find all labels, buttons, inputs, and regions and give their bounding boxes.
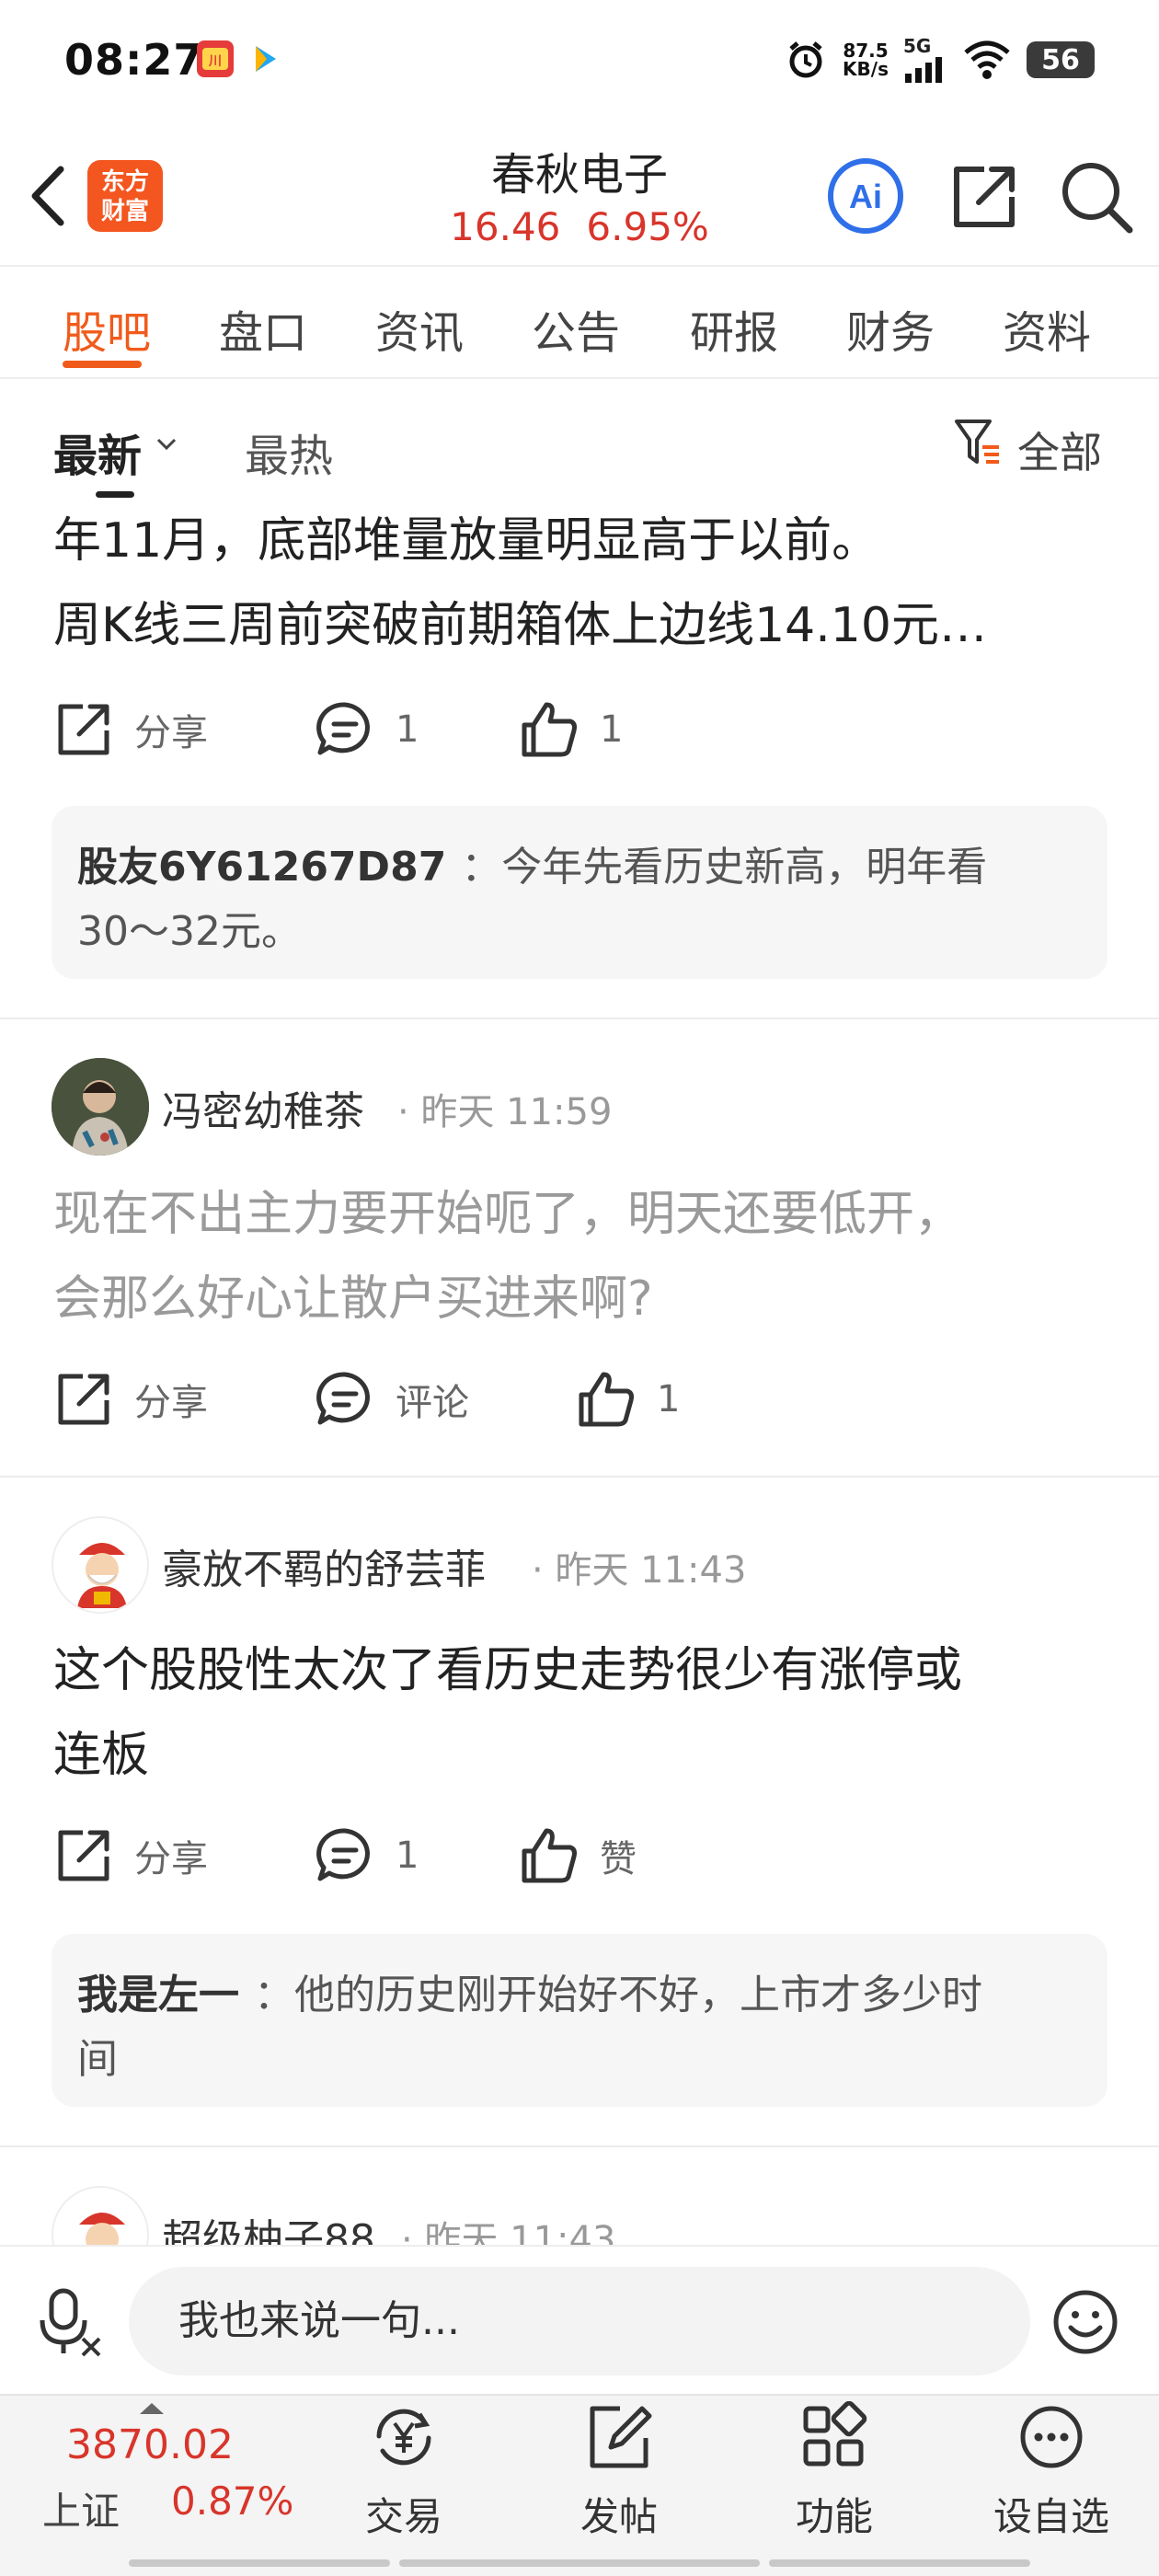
post-body[interactable]: 这个股股性太次了看历史走势很少有涨停或 连板 <box>53 1628 1111 1798</box>
status-time: 08:27 <box>64 35 204 85</box>
more-dots-icon <box>1020 2406 1083 2468</box>
eastmoney-logo[interactable]: 东方 财富 <box>87 160 163 232</box>
comment-action[interactable]: 评论 <box>315 1369 469 1430</box>
post-divider <box>0 2145 1159 2147</box>
post-divider <box>0 1476 1159 1478</box>
tab-pankou[interactable]: 盘口 <box>219 296 307 361</box>
share-icon <box>58 1830 109 1881</box>
status-indicators: 87.5 KB/s 5G 56 <box>784 37 1095 83</box>
tab-guba[interactable]: 股吧 <box>63 296 151 361</box>
trade-yuan-icon <box>376 2409 431 2466</box>
stock-price: 16.46 <box>450 204 561 249</box>
like-action[interactable]: 1 <box>519 699 623 760</box>
avatar[interactable] <box>52 1058 149 1156</box>
emoji-icon[interactable] <box>1050 2287 1120 2357</box>
video-app-icon <box>247 40 283 77</box>
battery-indicator: 56 <box>1027 41 1095 78</box>
signal-icon <box>905 57 942 83</box>
stock-quote: 16.46 6.95% <box>396 204 763 249</box>
voice-input-icon[interactable] <box>39 2287 103 2357</box>
ai-label: Ai <box>849 178 882 215</box>
tab-research[interactable]: 研报 <box>690 296 778 361</box>
network-type: 5G <box>903 35 932 57</box>
alarm-icon <box>789 41 822 78</box>
sort-hottest[interactable]: 最热 <box>245 420 333 484</box>
stock-name: 春秋电子 <box>490 149 668 201</box>
filter-label[interactable]: 全部 <box>1017 420 1102 480</box>
index-value[interactable]: 3870.02 <box>66 2421 234 2468</box>
tab-announcements[interactable]: 公告 <box>532 296 620 361</box>
reply-preview[interactable]: 我是左一 ：他的历史刚开始好不好，上市才多少时 间 <box>52 1934 1107 2107</box>
share-action[interactable]: 分享 <box>53 1825 208 1886</box>
nav-post[interactable]: 发帖 <box>541 2401 697 2542</box>
comment-action[interactable]: 1 <box>315 699 419 760</box>
chevron-down-icon[interactable] <box>153 431 180 458</box>
post-body[interactable]: 现在不出主力要开始呃了，明天还要低开， 会那么好心让散户买进来啊? <box>53 1172 1111 1341</box>
post-time: · 昨天 11:43 <box>532 1549 747 1592</box>
expand-caret-icon[interactable] <box>138 2401 166 2416</box>
sort-active-indicator <box>96 491 134 498</box>
grid-apps-icon <box>803 2401 867 2467</box>
nav-trade[interactable]: 交易 <box>326 2401 482 2542</box>
thumbs-up-icon <box>522 702 577 757</box>
reply-author[interactable]: 我是左一 <box>77 1972 239 2018</box>
author-name[interactable]: 豪放不羁的舒芸菲 <box>162 1536 486 1595</box>
reply-preview[interactable]: 股友6Y61267D87 ：今年先看历史新高，明年看 30～32元。 <box>52 806 1107 979</box>
like-action[interactable]: 1 <box>576 1369 680 1430</box>
gesture-bar <box>769 2559 1030 2567</box>
index-name[interactable]: 上证 <box>42 2480 120 2536</box>
avatar[interactable] <box>52 1516 149 1614</box>
like-action[interactable]: 赞 <box>519 1825 637 1886</box>
index-change-pct[interactable]: 0.87% <box>171 2478 293 2524</box>
tab-finance[interactable]: 财务 <box>846 296 935 361</box>
stock-change-pct: 6.95% <box>586 204 709 249</box>
share-action[interactable]: 分享 <box>53 699 208 760</box>
nav-functions[interactable]: 功能 <box>756 2401 912 2542</box>
thumbs-up-icon <box>522 1828 577 1883</box>
wifi-icon <box>964 40 1010 79</box>
nav-add-watchlist[interactable]: 设自选 <box>973 2401 1130 2542</box>
tabs-divider <box>0 377 1159 379</box>
comment-icon <box>316 1372 370 1425</box>
reply-author[interactable]: 股友6Y61267D87 <box>77 844 446 891</box>
app-notification-icon: 川 <box>197 40 234 77</box>
comment-icon <box>316 702 370 755</box>
share-icon <box>58 704 109 755</box>
back-arrow-icon[interactable] <box>26 164 72 228</box>
post-body[interactable]: 年11月，底部堆量放量明显高于以前。 周K线三周前突破前期箱体上边线14.10元… <box>53 499 1111 668</box>
share-icon[interactable] <box>947 160 1021 234</box>
ai-assistant-button[interactable]: Ai <box>826 156 905 236</box>
compose-icon <box>590 2406 652 2468</box>
header-divider <box>0 265 1159 267</box>
gesture-bar <box>129 2559 390 2567</box>
post-divider <box>0 1018 1159 1019</box>
svg-text:川: 川 <box>208 54 222 69</box>
search-icon[interactable] <box>1058 158 1135 236</box>
comment-input[interactable]: 我也来说一句... <box>129 2267 1030 2375</box>
share-icon <box>58 1374 109 1425</box>
active-tab-underline <box>63 361 142 368</box>
author-name[interactable]: 冯密幼稚茶 <box>162 1078 364 1137</box>
net-speed: 87.5 KB/s <box>843 40 889 80</box>
thumbs-up-icon <box>579 1372 634 1427</box>
filter-icon[interactable] <box>953 416 1003 471</box>
sort-latest[interactable]: 最新 <box>53 420 142 484</box>
tab-news[interactable]: 资讯 <box>375 296 464 361</box>
post-time: · 昨天 11:59 <box>397 1091 613 1133</box>
tab-profile[interactable]: 资料 <box>1003 296 1091 361</box>
gesture-bar <box>399 2559 760 2567</box>
comment-icon <box>316 1828 370 1881</box>
share-action[interactable]: 分享 <box>53 1369 208 1430</box>
comment-action[interactable]: 1 <box>315 1825 419 1886</box>
